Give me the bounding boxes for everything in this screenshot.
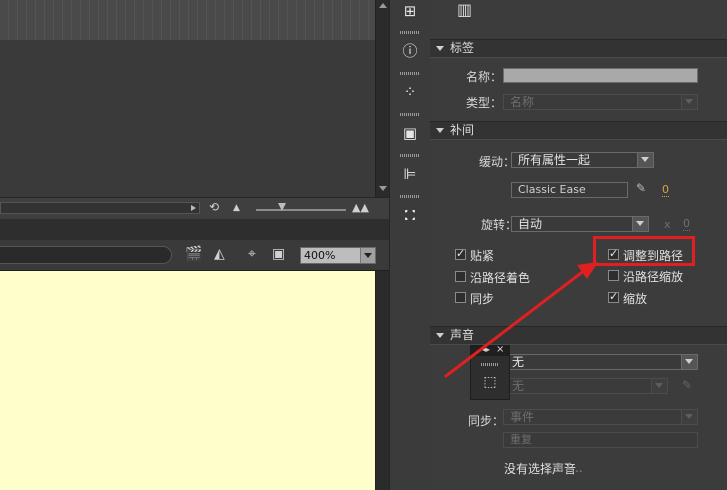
chevron-down-icon[interactable] [632,217,648,231]
zoom-in-icon[interactable]: ▲▲ [352,201,369,214]
timeline-vertical-scrollbar[interactable] [375,0,390,197]
loop-icon[interactable]: ⟲ [209,200,219,214]
symbol-icon: ▥ [457,0,473,19]
chevron-down-icon[interactable] [360,248,375,263]
info-icon[interactable]: ⓘ [399,40,421,62]
sound-sync-select[interactable]: 事件 [503,409,698,425]
panel-grip[interactable] [400,31,420,34]
tween-section-header[interactable]: 补间 [430,121,727,140]
checkbox[interactable] [455,292,466,303]
chevron-down-icon[interactable] [651,379,667,393]
type-select[interactable]: 名称 [503,94,698,110]
panel-grip[interactable] [400,72,420,75]
highlight-box [593,236,695,266]
name-field[interactable] [503,68,698,83]
zoom-out-icon[interactable]: ▲ [233,203,240,213]
sound-sync-label: 同步： [468,414,505,428]
sound-name-select[interactable]: 无 [505,354,698,370]
ease-label: 缓动： [479,155,516,169]
grid-icon[interactable]: ⊞ [399,0,421,22]
checkbox[interactable] [608,290,619,303]
sound-repeat-select[interactable]: 重复 [503,432,698,448]
transform-icon[interactable]: ▣ [399,122,421,144]
symbol-edit-icon[interactable]: ◭ [214,246,225,262]
sound-section-header[interactable]: 声音 [430,326,727,345]
chevron-down-icon[interactable] [681,95,697,109]
ease-amount[interactable]: 0 [662,184,669,197]
collapse-icon[interactable]: ◂▸ [482,345,490,354]
timeline-frames[interactable] [0,0,375,40]
collapse-triangle-icon[interactable] [436,46,444,51]
scroll-down-icon[interactable] [379,186,387,191]
timeline-horizontal-scrollbar[interactable] [0,202,200,214]
panel-grip[interactable] [400,113,420,116]
close-icon[interactable]: × [496,344,504,355]
rotate-select[interactable]: 自动 [511,216,649,232]
document-tab-bar [0,219,389,240]
clip-stage-icon[interactable]: ▣ [272,246,285,262]
checkbox[interactable] [455,247,466,260]
align-icon[interactable]: ⊫ [399,163,421,185]
collapse-triangle-icon[interactable] [436,128,444,133]
swatches-icon[interactable]: ⁘ [399,81,421,103]
type-label: 类型： [466,96,503,110]
timeline-zoom-slider-handle[interactable] [278,203,286,211]
scene-breadcrumb-field[interactable] [0,246,172,264]
timeline-layers-area[interactable] [0,40,375,197]
floating-panel-header[interactable]: ◂▸ × [471,344,509,356]
chevron-down-icon[interactable] [681,410,697,424]
timeline-zoom-slider[interactable] [256,209,346,211]
classic-ease-field[interactable]: Classic Ease [511,182,628,198]
zoom-value: 400% [304,249,336,262]
sound-effect-select[interactable]: 无 [505,378,668,394]
components-icon[interactable]: ⛚ [399,204,421,226]
pencil-icon[interactable]: ✎ [636,181,646,195]
watermark: 97... [556,461,583,475]
center-stage-icon[interactable]: ⌖ [248,246,256,262]
name-label: 名称： [466,70,503,84]
panel-icon-strip: ⊞ ⓘ ⁘ ▣ ⊫ ⛚ [389,0,431,490]
chevron-down-icon[interactable] [681,355,697,369]
collapse-triangle-icon[interactable] [436,333,444,338]
pencil-icon[interactable]: ✎ [682,378,692,392]
checkbox[interactable] [455,271,466,282]
panel-grip[interactable] [400,154,420,157]
panel-grip[interactable] [400,195,420,198]
scroll-up-icon[interactable] [379,3,387,8]
zoom-select[interactable]: 400% [300,247,376,264]
label-section-header[interactable]: 标签 [430,39,727,58]
free-transform-icon[interactable]: ⬚ [482,374,498,390]
ease-select[interactable]: 所有属性一起 [511,152,654,168]
stage-canvas[interactable] [0,271,375,490]
floating-tool-panel[interactable]: ◂▸ × ⬚ [470,344,510,400]
rotate-times-prefix: x [664,218,671,231]
rotate-times[interactable]: 0 [683,218,690,231]
stage-toolbar: 🎬 ◭ ⌖ ▣ 400% [0,240,389,271]
chevron-down-icon[interactable] [637,153,653,167]
checkbox[interactable] [608,270,619,281]
stage-vertical-scrollbar[interactable] [375,271,390,490]
clapperboard-icon[interactable]: 🎬 [185,246,202,262]
panel-grip[interactable] [481,363,499,366]
